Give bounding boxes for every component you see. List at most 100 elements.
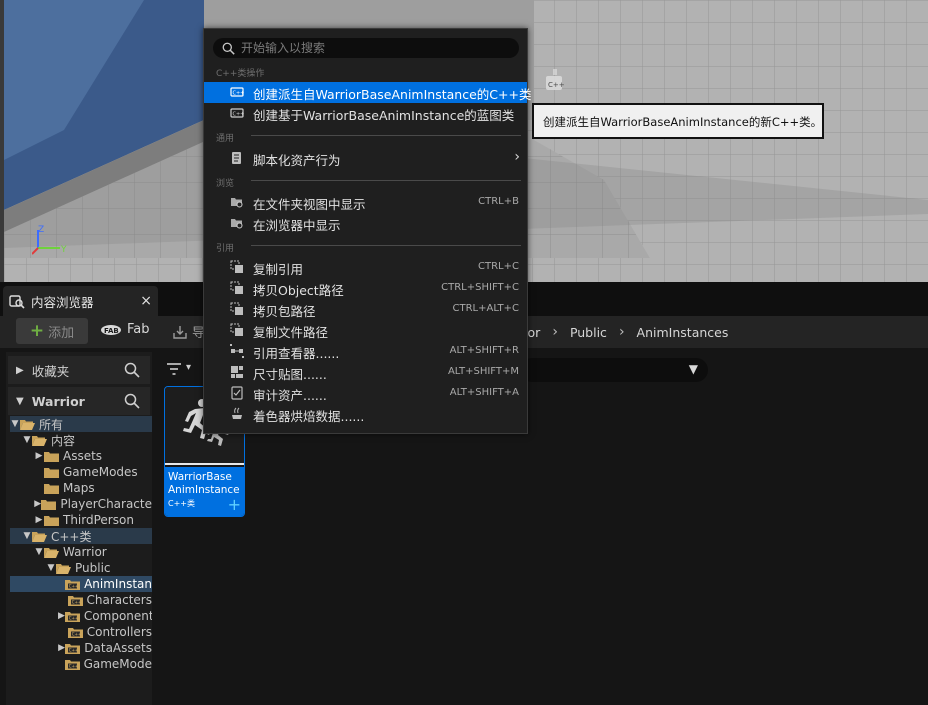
tree-item[interactable]: ▶ C++ Component [10, 608, 152, 624]
tree-item-label: ThirdPerson [63, 513, 134, 527]
audit-assets-item[interactable]: 审计资产...... ALT+SHIFT+A [204, 383, 527, 404]
asset-search-box[interactable]: ▼ [520, 358, 708, 382]
content-browser-tab-label: 内容浏览器 [31, 294, 94, 310]
chevron-down-icon: ▾ [186, 362, 192, 373]
search-icon [222, 42, 235, 55]
copy-reference-item[interactable]: 复制引用 CTRL+C [204, 257, 527, 278]
tree-item[interactable]: GameModes [10, 464, 152, 480]
svg-text:C++: C++ [72, 631, 82, 636]
tree-item[interactable]: Maps [10, 480, 152, 496]
create-derived-cpp-class-item[interactable]: C++ 创建派生自WarriorBaseAnimInstance的C++类 [204, 82, 531, 103]
add-cpp-class-icon: + [227, 495, 241, 514]
reference-viewer-item[interactable]: 引用查看器...... ALT+SHIFT+R [204, 341, 527, 362]
context-menu-search-input[interactable] [241, 41, 501, 55]
copy-icon [230, 260, 243, 273]
tree-item[interactable]: ▼ C++类 [10, 528, 152, 544]
breadcrumb: rrior › Public › AnimInstances [514, 324, 728, 340]
shader-cook-data-label: 着色器烘焙数据...... [253, 409, 365, 424]
open-folder-icon [20, 419, 35, 430]
folder-icon [44, 515, 59, 526]
expanded-arrow-icon[interactable]: ▼ [46, 563, 56, 573]
shader-cook-data-item[interactable]: 着色器烘焙数据...... [204, 404, 527, 425]
add-button[interactable]: + 添加 [16, 318, 88, 344]
tree-item-label: Component [83, 609, 152, 623]
tree-item-label: Controllers [86, 625, 152, 639]
search-icon[interactable] [124, 393, 140, 409]
cpp-class-icon: C++ [230, 108, 244, 118]
expanded-arrow-icon[interactable]: ▼ [10, 419, 20, 429]
tree-item[interactable]: ▼ Warrior [10, 544, 152, 560]
tree-item[interactable]: ▼ Public [10, 560, 152, 576]
expanded-arrow-icon[interactable]: ▼ [22, 531, 32, 541]
expanded-arrow-icon[interactable]: ▼ [34, 547, 44, 557]
favorites-label: 收藏夹 [31, 363, 70, 379]
show-in-explorer-item[interactable]: 在浏览器中显示 [204, 213, 527, 234]
tree-item-label: Characters [86, 593, 153, 607]
tree-item[interactable]: C++ AnimInstan [10, 576, 152, 592]
section-cpp-actions: C++类操作 [216, 69, 265, 79]
show-in-explorer-label: 在浏览器中显示 [253, 218, 341, 233]
tree-item[interactable]: ▶ C++ DataAssets [10, 640, 152, 656]
collapsed-arrow-icon[interactable]: ▶ [34, 451, 44, 461]
tree-item[interactable]: C++ GameMode [10, 656, 152, 672]
close-tab-icon[interactable]: × [140, 293, 152, 309]
collapsed-arrow-icon[interactable]: ▶ [58, 611, 65, 621]
tooltip: 创建派生自WarriorBaseAnimInstance的新C++类。 [532, 103, 824, 139]
svg-text:C++: C++ [548, 81, 565, 89]
shortcut-text: CTRL+C [478, 261, 519, 272]
menu-divider [251, 135, 521, 136]
size-map-item[interactable]: 尺寸贴图...... ALT+SHIFT+M [204, 362, 527, 383]
expanded-arrow-icon[interactable]: ▼ [22, 435, 32, 445]
search-icon[interactable] [124, 362, 140, 378]
tree-item-label: Maps [63, 481, 95, 495]
content-browser-tab[interactable]: 内容浏览器 × [3, 286, 158, 316]
cpp-folder-icon: C++ [65, 643, 81, 654]
breadcrumb-item-animinstances[interactable]: AnimInstances [637, 325, 729, 340]
expanded-arrow-icon: ▼ [16, 395, 24, 407]
shortcut-text: ALT+SHIFT+A [449, 387, 519, 398]
tree-item-label: Public [75, 561, 111, 575]
tree-item[interactable]: ▶ Assets [10, 448, 152, 464]
show-in-folder-view-item[interactable]: 在文件夹视图中显示 CTRL+B [204, 192, 527, 213]
filter-button[interactable]: ▾ [166, 362, 191, 376]
import-button[interactable]: 导 [172, 322, 205, 341]
open-folder-icon [56, 563, 71, 574]
tree-item-label: Warrior [63, 545, 107, 559]
audit-assets-label: 审计资产...... [253, 388, 327, 403]
tree-item[interactable]: ▼ 所有 [10, 416, 152, 432]
fab-button[interactable]: FAB Fab [100, 322, 150, 337]
tree-item[interactable]: ▶ PlayerCharacte [10, 496, 152, 512]
asset-name: WarriorBase AnimInstance [168, 471, 240, 496]
tree-item[interactable]: ▶ ThirdPerson [10, 512, 152, 528]
copy-object-path-item[interactable]: 拷贝Object路径 CTRL+SHIFT+C [204, 278, 527, 299]
add-button-label: 添加 [48, 325, 75, 341]
create-blueprint-class-item[interactable]: C++ 创建基于WarriorBaseAnimInstance的蓝图类 [204, 103, 527, 124]
breadcrumb-item-public[interactable]: Public [570, 325, 607, 340]
favorites-section-header[interactable]: ▶ 收藏夹 [8, 356, 150, 384]
context-menu-search-box[interactable] [213, 38, 519, 58]
tree-item-label: 内容 [51, 433, 76, 448]
collapsed-arrow-icon[interactable]: ▶ [58, 643, 65, 653]
tree-item-label: 所有 [39, 417, 64, 432]
svg-text:C++: C++ [233, 90, 245, 96]
scripted-asset-actions-item[interactable]: 脚本化资产行为 › [204, 148, 527, 169]
copy-package-path-item[interactable]: 拷贝包路径 CTRL+ALT+C [204, 299, 527, 320]
sources-panel: ▶ 收藏夹 ▼ Warrior ▼ 所有 ▼ 内容 ▶ Assets GameModes Ma… [6, 352, 152, 705]
svg-text:C++: C++ [69, 615, 79, 620]
section-common: 通用 [216, 134, 235, 144]
reference-viewer-icon [230, 344, 244, 358]
content-browser-icon [9, 295, 25, 309]
tree-item-label: GameMode [83, 657, 152, 671]
shortcut-text: CTRL+SHIFT+C [441, 282, 519, 293]
copy-file-path-item[interactable]: 复制文件路径 [204, 320, 527, 341]
open-folder-icon [32, 435, 47, 446]
project-section-header[interactable]: ▼ Warrior [8, 387, 150, 415]
tree-item[interactable]: C++ Controllers [10, 624, 152, 640]
folder-tree: ▼ 所有 ▼ 内容 ▶ Assets GameModes Maps ▶ PlayerCharact… [10, 416, 152, 672]
collapsed-arrow-icon[interactable]: ▶ [34, 515, 44, 525]
collapsed-arrow-icon[interactable]: ▶ [34, 499, 41, 509]
tree-item[interactable]: C++ Characters [10, 592, 152, 608]
shader-icon [232, 407, 242, 419]
menu-divider [251, 245, 521, 246]
tree-item[interactable]: ▼ 内容 [10, 432, 152, 448]
